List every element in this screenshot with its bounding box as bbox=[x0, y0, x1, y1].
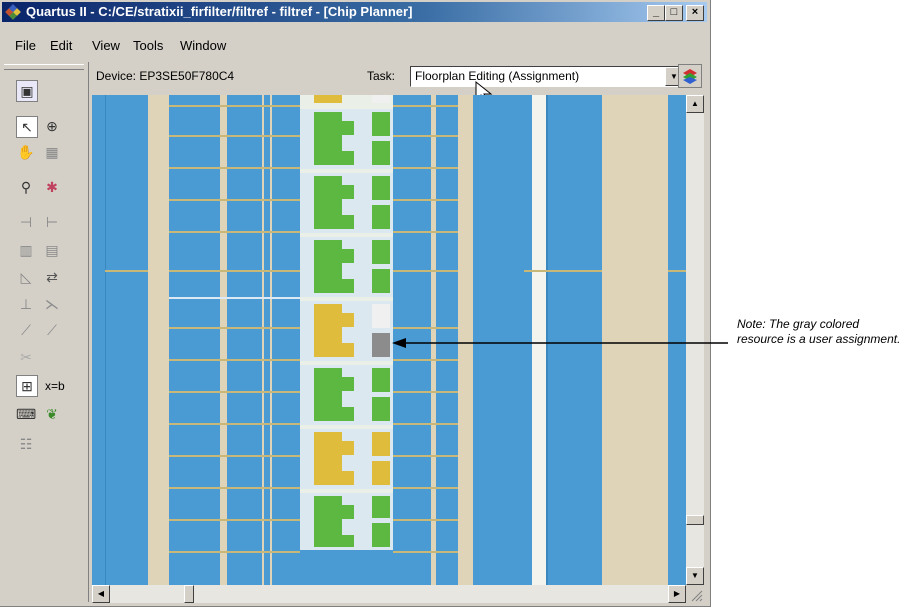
placement-icon[interactable]: ⊞ bbox=[16, 375, 38, 397]
callout-arrow bbox=[392, 338, 728, 348]
minimize-button[interactable]: _ bbox=[647, 5, 665, 21]
scroll-down-icon[interactable]: ▼ bbox=[686, 567, 704, 585]
find-binoculars-icon[interactable]: ⚲ bbox=[16, 177, 36, 197]
horizontal-scrollbar[interactable]: ◀ ▶ bbox=[92, 585, 686, 603]
critical-path-icon[interactable]: ⇄ bbox=[42, 267, 62, 287]
horizontal-scroll-thumb[interactable] bbox=[184, 585, 194, 603]
chip-planner-toolbar: ▣ ↖ ⊕ ✋ ▦ ⚲ ✱ ⊣ ⊢ ▥ ▤ ◺ ⇄ ⊥ ⋋ ⟋ ⟋ ✂ ⊞ x=… bbox=[2, 62, 87, 594]
delay-icon[interactable]: ◺ bbox=[16, 267, 36, 287]
expression-icon[interactable]: ⋋ bbox=[42, 294, 62, 314]
task-label: Task: bbox=[367, 69, 396, 83]
maximize-button[interactable]: □ bbox=[665, 5, 683, 21]
fanout-icon[interactable]: ⊢ bbox=[42, 212, 62, 232]
keyboard-pointer-icon[interactable]: ⌨ bbox=[16, 404, 36, 424]
lab-block-2 bbox=[300, 173, 393, 233]
info-bar: Device: EP3SE50F780C4 Task: Floorplan Ed… bbox=[92, 64, 704, 104]
quartus-logo-icon bbox=[5, 4, 21, 20]
close-button[interactable]: × bbox=[686, 5, 704, 21]
parrot-icon[interactable]: ❦ bbox=[42, 404, 62, 424]
routing-icon[interactable]: ▤ bbox=[42, 240, 62, 260]
scroll-left-icon[interactable]: ◀ bbox=[92, 585, 110, 603]
user-assignment-cell bbox=[372, 333, 390, 357]
task-dropdown[interactable]: Floorplan Editing (Assignment) ▼ bbox=[410, 66, 684, 87]
report-icon[interactable]: ☷ bbox=[16, 434, 36, 454]
lab-block-5 bbox=[300, 365, 393, 425]
menu-window[interactable]: Window bbox=[180, 38, 226, 53]
hand-pan-icon[interactable]: ✋ bbox=[16, 142, 36, 162]
scroll-up-icon[interactable]: ▲ bbox=[686, 95, 704, 113]
bookmark-icon[interactable]: ✱ bbox=[42, 177, 62, 197]
xb-label[interactable]: x=b bbox=[45, 379, 65, 393]
cut-icon[interactable]: ✂ bbox=[16, 347, 36, 367]
resize-grip-icon[interactable] bbox=[686, 585, 704, 603]
quartus-window: Quartus II - C:/CE/stratixii_firfilter/f… bbox=[0, 0, 711, 607]
lab-block-4-assigned bbox=[300, 301, 393, 361]
unassign-icon[interactable]: ⟋ bbox=[42, 320, 62, 340]
grid-icon[interactable]: ▦ bbox=[42, 142, 62, 162]
device-label: Device: EP3SE50F780C4 bbox=[96, 69, 235, 83]
zoom-icon[interactable]: ⊕ bbox=[42, 116, 62, 136]
window-title: Quartus II - C:/CE/stratixii_firfilter/f… bbox=[26, 4, 413, 19]
layers-settings-button[interactable] bbox=[678, 64, 702, 88]
lab-block-7 bbox=[300, 493, 393, 550]
chip-planner-icon[interactable]: ▣ bbox=[16, 80, 38, 102]
menu-tools[interactable]: Tools bbox=[133, 38, 163, 53]
task-value: Floorplan Editing (Assignment) bbox=[415, 69, 580, 83]
lab-block-3 bbox=[300, 237, 393, 297]
scroll-right-icon[interactable]: ▶ bbox=[668, 585, 686, 603]
lab-block-1 bbox=[300, 109, 393, 169]
menu-file[interactable]: File bbox=[15, 38, 36, 53]
assignment-icon[interactable]: ⟋ bbox=[16, 320, 36, 340]
layers-icon bbox=[683, 69, 697, 84]
vertical-scroll-thumb[interactable] bbox=[686, 515, 704, 525]
tan-column bbox=[148, 95, 169, 585]
title-bar[interactable]: Quartus II - C:/CE/stratixii_firfilter/f… bbox=[2, 2, 707, 22]
edit-icon[interactable]: ⊥ bbox=[16, 294, 36, 314]
show-connections-icon[interactable]: ▥ bbox=[16, 240, 36, 260]
menu-edit[interactable]: Edit bbox=[50, 38, 72, 53]
select-pointer-icon[interactable]: ↖ bbox=[16, 116, 38, 138]
menu-view[interactable]: View bbox=[92, 38, 120, 53]
annotation-note: Note: The gray colored resource is a use… bbox=[737, 317, 901, 346]
fanin-icon[interactable]: ⊣ bbox=[16, 212, 36, 232]
toolbar-divider bbox=[88, 62, 89, 602]
lab-block-6 bbox=[300, 429, 393, 489]
